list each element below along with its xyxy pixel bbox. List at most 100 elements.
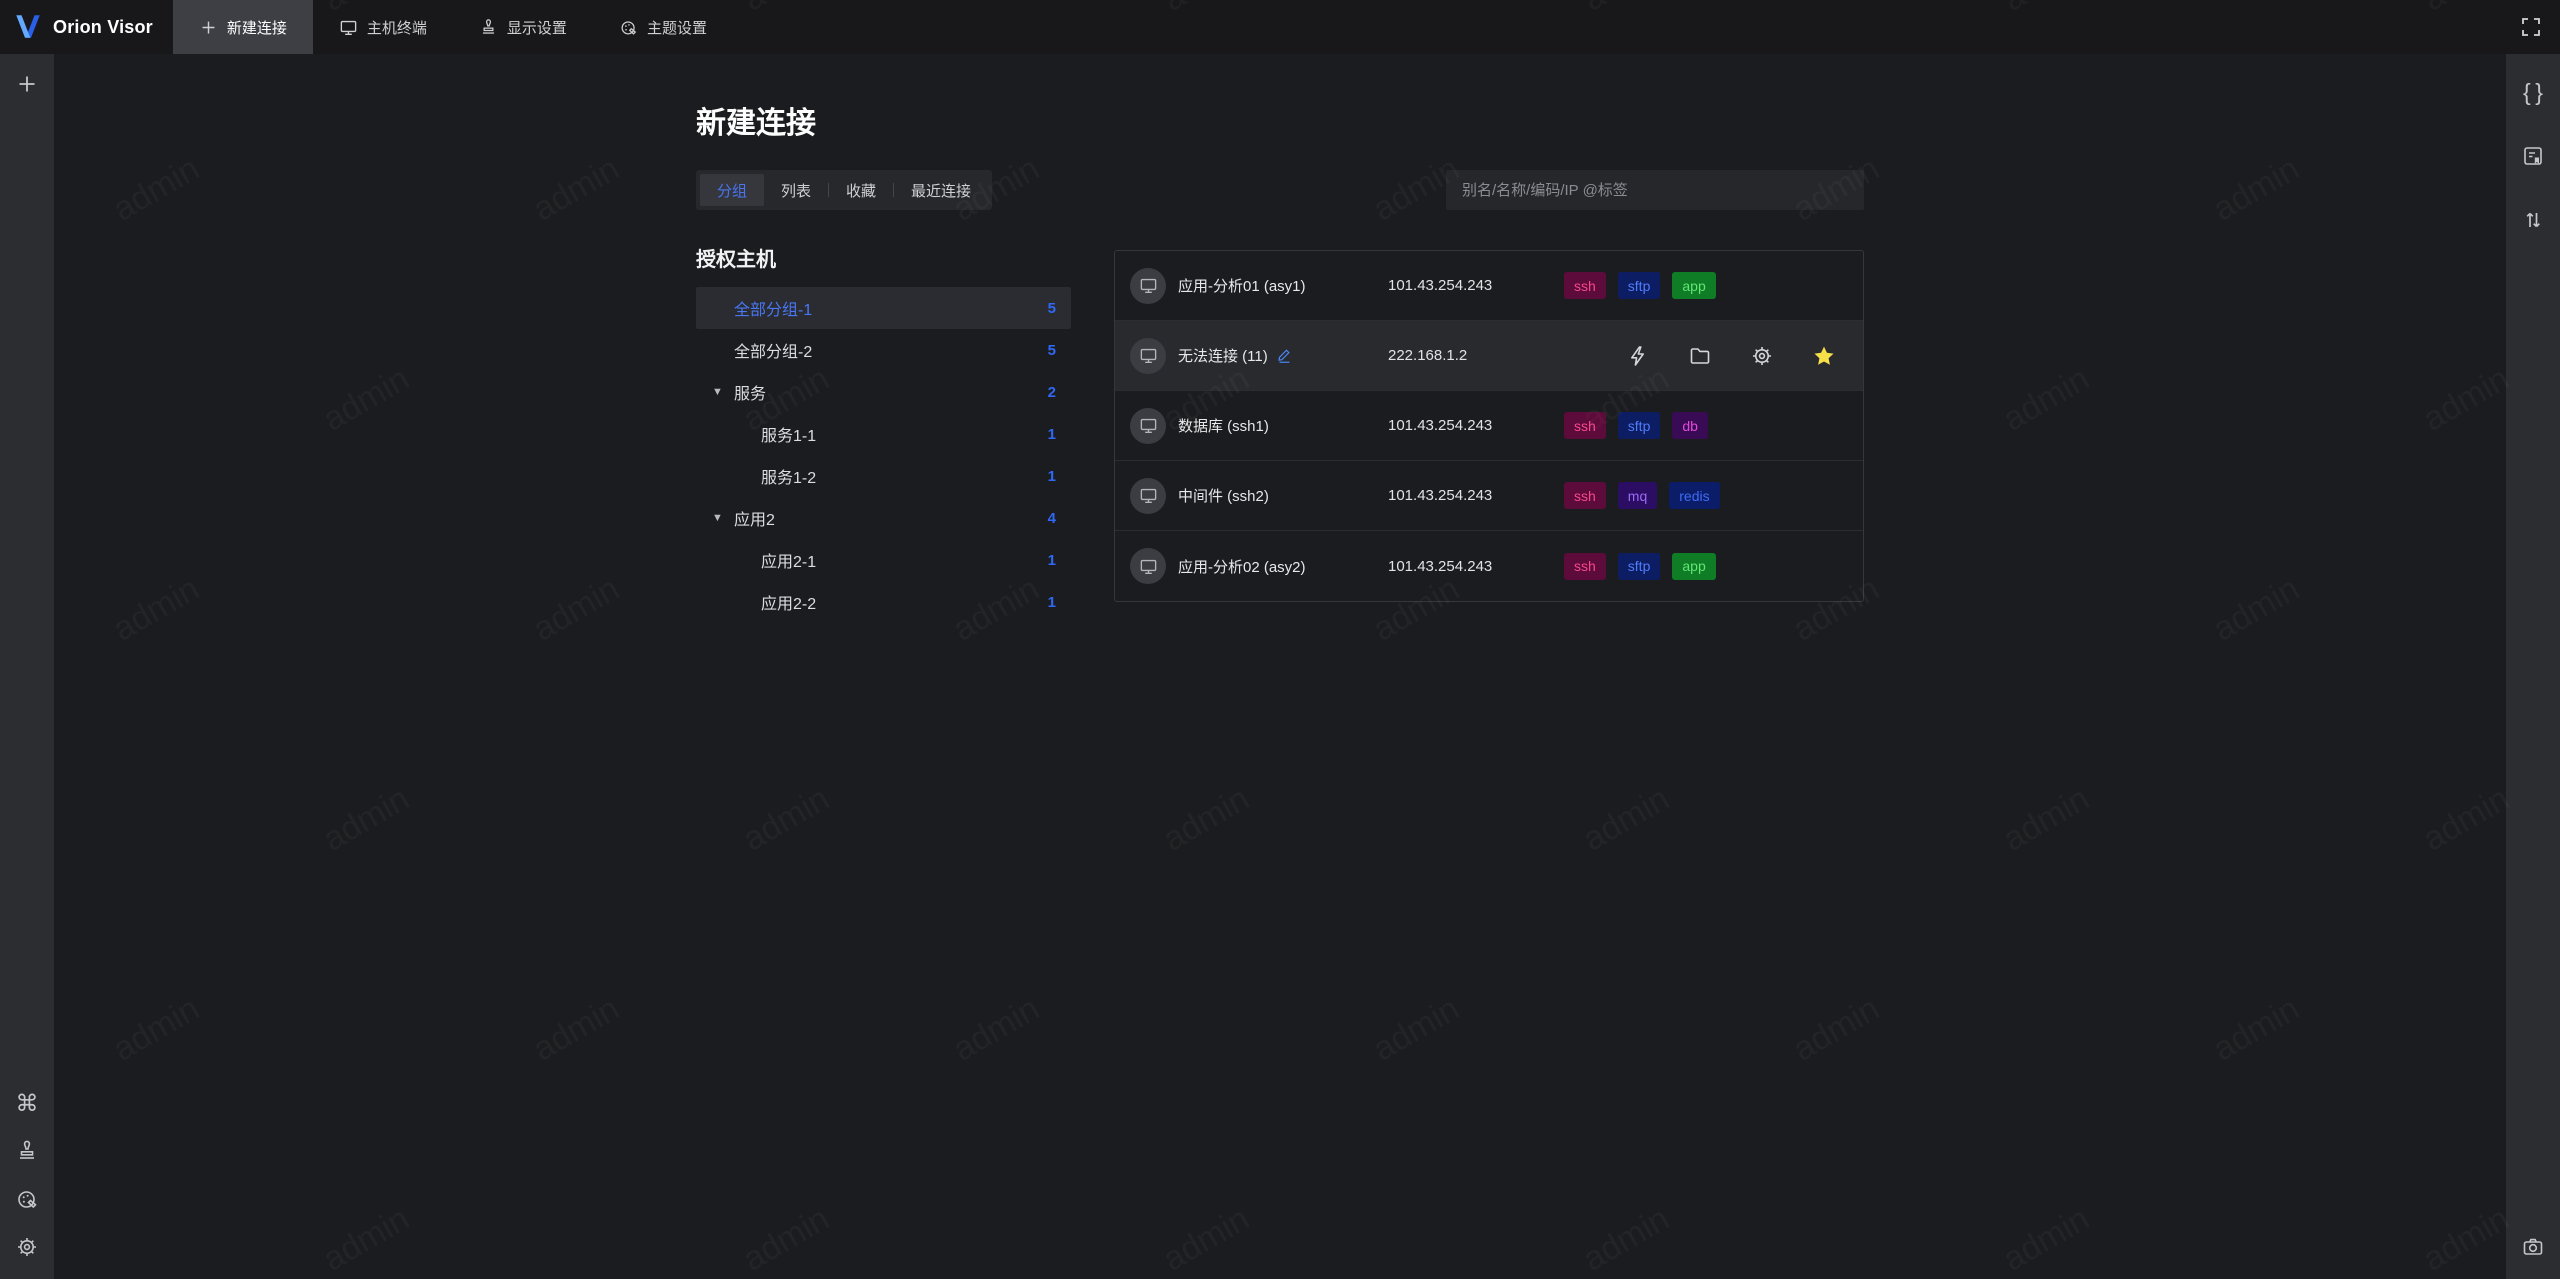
host-name: 无法连接 (11) [1178, 348, 1268, 365]
search-input[interactable] [1446, 170, 1864, 210]
topbar-tab-0[interactable]: 新建连接 [172, 0, 313, 54]
braces-json-icon[interactable]: { } [2506, 68, 2560, 116]
left-rail: ⌘ [0, 54, 54, 1279]
tree-item-label: 应用2-2 [761, 596, 817, 613]
bolt-icon[interactable] [1626, 344, 1650, 368]
host-row-1[interactable]: 无法连接 (11) 222.168.1.2 [1115, 321, 1863, 391]
tree-item-count: 5 [1047, 299, 1056, 317]
host-ip: 101.43.254.243 [1388, 557, 1493, 575]
caret-down-icon[interactable]: ▼ [712, 512, 723, 524]
host-ip: 101.43.254.243 [1388, 487, 1493, 504]
topbar-tabs: 新建连接 主机终端 显示设置 主题设置 [172, 0, 733, 54]
host-tag-sftp: sftp [1617, 412, 1661, 439]
view-tab-label: 最近连接 [911, 182, 972, 200]
tree-item-0[interactable]: 全部分组-1 5 [696, 287, 1071, 329]
host-name: 中间件 (ssh2) [1178, 488, 1269, 505]
tree-item-4[interactable]: 服务1-2 1 [696, 455, 1071, 497]
display-settings-icon[interactable] [0, 1127, 54, 1175]
topbar-tab-1[interactable]: 主机终端 [313, 0, 453, 54]
stamp-icon [479, 18, 498, 37]
host-tag-ssh: ssh [1564, 552, 1606, 580]
host-name: 应用-分析01 (asy1) [1178, 278, 1306, 295]
host-tag-sftp: sftp [1617, 272, 1661, 299]
host-name: 数据库 (ssh1) [1178, 418, 1269, 435]
host-row-2[interactable]: 数据库 (ssh1) 101.43.254.243 ssh sftp db [1115, 391, 1863, 461]
gear-icon[interactable] [1750, 344, 1774, 368]
tree-header: 授权主机 [696, 249, 776, 271]
plus-icon [199, 18, 218, 37]
sort-icon[interactable] [2506, 196, 2560, 244]
host-monitor-icon [1130, 407, 1166, 444]
tree-item-label: 服务1-2 [761, 470, 817, 487]
tree-item-label: 应用2-1 [761, 554, 817, 571]
caret-down-icon[interactable]: ▼ [712, 386, 723, 398]
fullscreen-icon[interactable] [2502, 0, 2560, 54]
star-icon[interactable] [1812, 344, 1836, 368]
topbar: Orion Visor 新建连接 主机终端 显示设置 主题设置 [0, 0, 2560, 54]
host-row-3[interactable]: 中间件 (ssh2) 101.43.254.243 ssh mq redis [1115, 461, 1863, 531]
tree-item-7[interactable]: 应用2-2 1 [696, 581, 1071, 623]
host-tags: ssh sftp app [1564, 272, 1716, 299]
host-tags: ssh sftp db [1564, 412, 1708, 439]
terminal-icon [339, 18, 358, 37]
host-ip: 101.43.254.243 [1388, 417, 1493, 434]
tree-item-label: 全部分组-1 [734, 302, 813, 319]
tree-item-count: 1 [1047, 551, 1056, 569]
tree-item-3[interactable]: 服务1-1 1 [696, 413, 1071, 455]
topbar-tab-2[interactable]: 显示设置 [453, 0, 593, 54]
host-tag-sftp: sftp [1617, 552, 1661, 580]
tree-item-count: 1 [1047, 593, 1056, 611]
host-name: 应用-分析02 (asy2) [1178, 558, 1306, 576]
host-tag-app: app [1672, 272, 1716, 299]
app-title: Orion Visor [53, 16, 153, 37]
host-tags: ssh sftp app [1564, 552, 1716, 580]
tree-item-count: 1 [1047, 425, 1056, 443]
tree-item-label: 服务 [734, 386, 767, 403]
host-monitor-icon [1130, 267, 1166, 304]
screenshot-camera-icon[interactable] [2506, 1223, 2560, 1271]
view-tab-label: 收藏 [846, 182, 877, 200]
doc-bookmark-icon[interactable] [2506, 132, 2560, 180]
view-tab-3[interactable]: 最近连接 [894, 174, 988, 206]
palette-icon [619, 18, 638, 37]
orion-visor-logo-icon [16, 15, 40, 38]
app-logo: Orion Visor [0, 0, 173, 54]
settings-gear-icon[interactable] [0, 1223, 54, 1271]
tree-item-count: 4 [1047, 509, 1056, 527]
command-shortcuts-icon[interactable]: ⌘ [0, 1079, 54, 1127]
host-row-0[interactable]: 应用-分析01 (asy1) 101.43.254.243 ssh sftp app [1115, 251, 1863, 321]
topbar-tab-label: 主机终端 [366, 19, 427, 37]
add-icon[interactable] [0, 60, 54, 108]
view-tab-1[interactable]: 列表 [764, 174, 828, 206]
tree-item-5[interactable]: ▼ 应用2 4 [696, 497, 1071, 539]
host-list-panel: 应用-分析01 (asy1) 101.43.254.243 ssh sftp app… [1114, 250, 1864, 602]
tree-item-count: 5 [1047, 341, 1056, 359]
page-title: 新建连接 [696, 107, 816, 140]
view-tab-label: 分组 [717, 182, 748, 200]
topbar-tab-3[interactable]: 主题设置 [593, 0, 733, 54]
host-tag-db: db [1672, 412, 1708, 439]
view-tab-0[interactable]: 分组 [700, 174, 765, 206]
tree-item-6[interactable]: 应用2-1 1 [696, 539, 1071, 581]
tree-item-label: 服务1-1 [761, 428, 817, 445]
theme-settings-icon[interactable] [0, 1175, 54, 1223]
tree-item-2[interactable]: ▼ 服务 2 [696, 371, 1071, 413]
host-tag-ssh: ssh [1564, 412, 1606, 439]
main-content: 新建连接 分组 列表 收藏 最近连接 授权主机 全部分组-1 5 全部分组-2 … [54, 54, 2506, 1279]
host-row-4[interactable]: 应用-分析02 (asy2) 101.43.254.243 ssh sftp app [1115, 531, 1863, 601]
host-monitor-icon [1130, 477, 1166, 514]
host-tag-ssh: ssh [1564, 272, 1606, 299]
host-actions [1626, 344, 1836, 368]
view-tab-label: 列表 [781, 182, 812, 200]
host-monitor-icon [1130, 548, 1166, 584]
topbar-tab-label: 显示设置 [506, 19, 567, 37]
folder-icon[interactable] [1688, 344, 1712, 368]
view-tab-2[interactable]: 收藏 [829, 174, 893, 206]
tree-item-label: 应用2 [734, 512, 775, 529]
topbar-tab-label: 主题设置 [646, 19, 707, 37]
host-tag-ssh: ssh [1564, 482, 1606, 509]
edit-pencil-icon[interactable] [1276, 347, 1293, 364]
host-tags: ssh mq redis [1564, 482, 1720, 509]
topbar-tab-label: 新建连接 [226, 19, 287, 37]
tree-item-1[interactable]: 全部分组-2 5 [696, 329, 1071, 371]
